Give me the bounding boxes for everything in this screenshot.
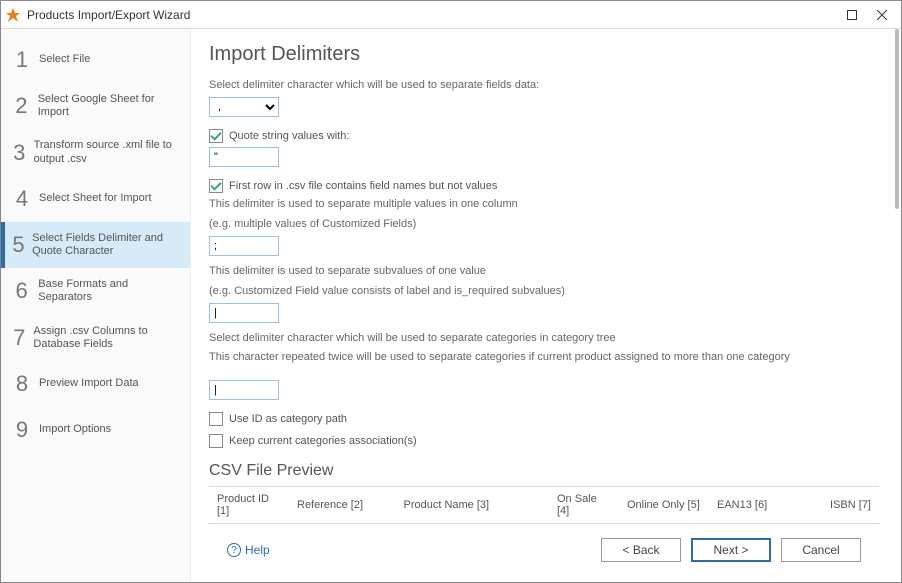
step-number: 3 bbox=[11, 140, 28, 166]
sub-delimiter-input[interactable] bbox=[209, 303, 279, 323]
firstrow-checkbox-label: First row in .csv file contains field na… bbox=[229, 180, 497, 192]
step-label: Select Sheet for Import bbox=[39, 192, 152, 205]
step-number: 1 bbox=[11, 47, 33, 73]
sub-label-2: (e.g. Customized Field value consists of… bbox=[209, 284, 879, 299]
step-number: 6 bbox=[11, 278, 32, 304]
wizard-step-7[interactable]: 7Assign .csv Columns to Database Fields bbox=[1, 315, 190, 361]
step-number: 7 bbox=[11, 325, 27, 351]
wizard-steps-sidebar: 1 Select File 2Select Google Sheet for Imp… bbox=[1, 29, 191, 582]
delimiter-select[interactable]: , bbox=[209, 97, 279, 117]
step-label: Transform source .xml file to output .cs… bbox=[34, 139, 180, 165]
wizard-window: Products Import/Export Wizard 1 Select Fi… bbox=[0, 0, 902, 583]
step-label: Preview Import Data bbox=[39, 377, 139, 390]
wizard-step-6[interactable]: 6Base Formats and Separators bbox=[1, 268, 190, 314]
scrollbar[interactable] bbox=[895, 29, 899, 582]
step-label: Assign .csv Columns to Database Fields bbox=[33, 325, 180, 351]
csv-preview-table: Product ID [1]Reference [2]Product Name … bbox=[209, 486, 879, 528]
keepcat-checkbox[interactable] bbox=[209, 434, 223, 448]
cat-label-2: This character repeated twice will be us… bbox=[209, 350, 879, 365]
useid-checkbox-label: Use ID as category path bbox=[229, 413, 347, 425]
sub-label-1: This delimiter is used to separate subva… bbox=[209, 264, 879, 279]
preview-title: CSV File Preview bbox=[209, 462, 879, 480]
step-number: 2 bbox=[11, 93, 32, 119]
step-number: 4 bbox=[11, 186, 33, 212]
column-header[interactable]: Product ID [1] bbox=[209, 487, 289, 524]
multi-delimiter-input[interactable] bbox=[209, 236, 279, 256]
step-number: 5 bbox=[11, 232, 26, 258]
column-header[interactable]: ISBN [7] bbox=[819, 487, 879, 524]
main-panel: Import Delimiters Select delimiter chara… bbox=[191, 29, 901, 582]
back-button[interactable]: < Back bbox=[601, 538, 681, 562]
wizard-step-4[interactable]: 4 Select Sheet for Import bbox=[1, 176, 190, 222]
column-header[interactable]: Reference [2] bbox=[289, 487, 395, 524]
page-title: Import Delimiters bbox=[209, 43, 879, 66]
step-number: 8 bbox=[11, 371, 33, 397]
maximize-button[interactable] bbox=[837, 4, 867, 26]
multi-label-2: (e.g. multiple values of Customized Fiel… bbox=[209, 217, 879, 232]
window-title: Products Import/Export Wizard bbox=[27, 8, 837, 22]
step-label: Import Options bbox=[39, 423, 111, 436]
column-header[interactable]: EAN13 [6] bbox=[709, 487, 819, 524]
help-link[interactable]: ? Help bbox=[227, 543, 270, 557]
multi-label-1: This delimiter is used to separate multi… bbox=[209, 197, 879, 212]
column-header[interactable]: On Sale [4] bbox=[549, 487, 619, 524]
step-number: 9 bbox=[11, 417, 33, 443]
help-icon: ? bbox=[227, 543, 241, 557]
column-header[interactable]: Online Only [5] bbox=[619, 487, 709, 524]
delimiter-label: Select delimiter character which will be… bbox=[209, 78, 879, 93]
step-label: Select Google Sheet for Import bbox=[38, 93, 180, 119]
step-label: Base Formats and Separators bbox=[38, 278, 180, 304]
footer: ? Help < Back Next > Cancel bbox=[209, 528, 879, 572]
app-icon bbox=[5, 7, 21, 23]
useid-checkbox[interactable] bbox=[209, 412, 223, 426]
cat-label-1: Select delimiter character which will be… bbox=[209, 331, 879, 346]
wizard-step-2[interactable]: 2Select Google Sheet for Import bbox=[1, 83, 190, 129]
category-delimiter-input[interactable] bbox=[209, 380, 279, 400]
step-label: Select Fields Delimiter and Quote Charac… bbox=[32, 232, 180, 258]
cancel-button[interactable]: Cancel bbox=[781, 538, 861, 562]
quote-checkbox[interactable] bbox=[209, 129, 223, 143]
close-button[interactable] bbox=[867, 4, 897, 26]
next-button[interactable]: Next > bbox=[691, 538, 771, 562]
wizard-step-5[interactable]: 5Select Fields Delimiter and Quote Chara… bbox=[1, 222, 190, 268]
titlebar: Products Import/Export Wizard bbox=[1, 1, 901, 29]
quote-input[interactable] bbox=[209, 147, 279, 167]
firstrow-checkbox[interactable] bbox=[209, 179, 223, 193]
wizard-step-1[interactable]: 1 Select File bbox=[1, 37, 190, 83]
step-label: Select File bbox=[39, 53, 90, 66]
keepcat-checkbox-label: Keep current categories association(s) bbox=[229, 435, 417, 447]
wizard-step-8[interactable]: 8 Preview Import Data bbox=[1, 361, 190, 407]
wizard-step-3[interactable]: 3Transform source .xml file to output .c… bbox=[1, 129, 190, 175]
column-header[interactable]: Product Name [3] bbox=[395, 487, 549, 524]
quote-checkbox-label: Quote string values with: bbox=[229, 130, 349, 142]
wizard-step-9[interactable]: 9 Import Options bbox=[1, 407, 190, 453]
